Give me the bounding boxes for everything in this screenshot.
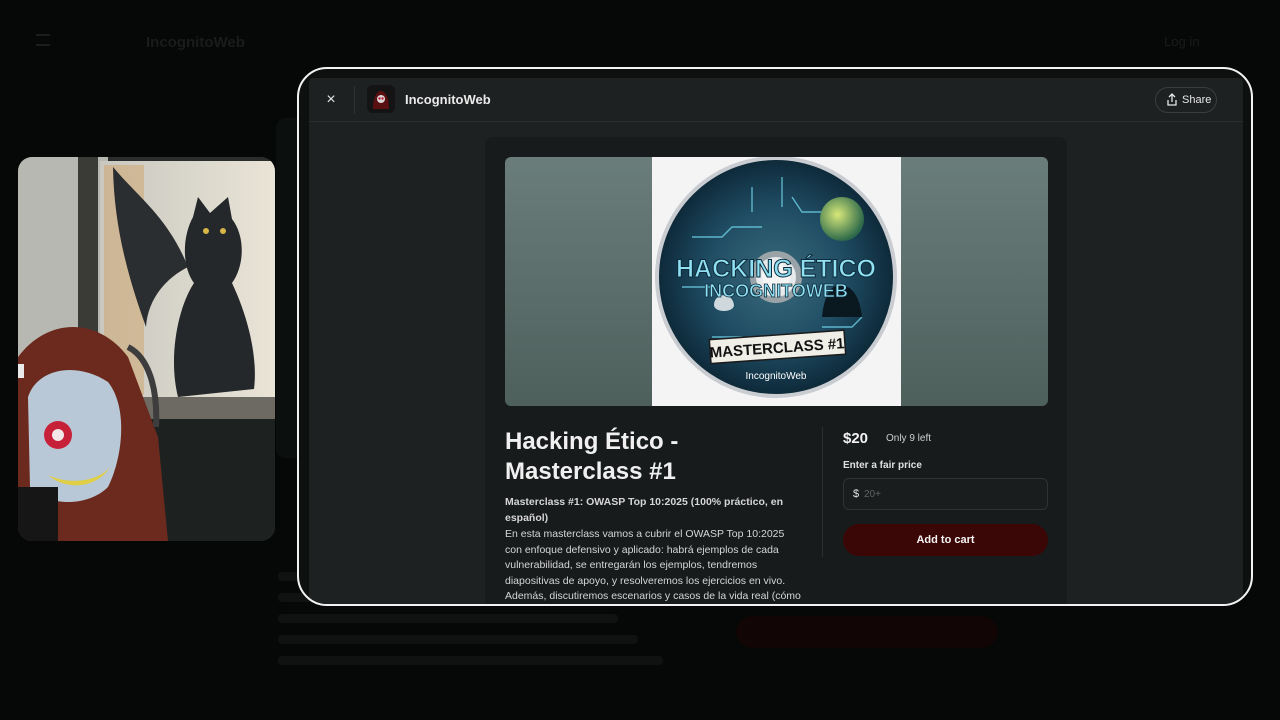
background-brand: IncognitoWeb [146, 34, 245, 51]
fair-price-field[interactable]: $ [843, 478, 1048, 510]
share-icon [1167, 93, 1177, 106]
cover-title-text: HACKING ÉTICO [676, 254, 876, 283]
header-divider [354, 86, 355, 114]
cover-subtitle-text: INCOGNITOWEB [704, 281, 848, 301]
description-heading: Masterclass #1: OWASP Top 10:2025 (100% … [505, 496, 783, 524]
stock-status: Only 9 left [886, 433, 932, 444]
column-divider [822, 427, 823, 557]
fair-price-label: Enter a fair price [843, 460, 922, 471]
share-button[interactable]: Share [1155, 87, 1217, 113]
seller-name[interactable]: IncognitoWeb [405, 92, 491, 107]
share-label: Share [1182, 94, 1212, 106]
modal-header: × IncognitoWeb Share [309, 78, 1243, 122]
product-price: $20 [843, 430, 869, 447]
product-description: Masterclass #1: OWASP Top 10:2025 (100% … [505, 495, 801, 604]
fair-price-input[interactable] [864, 483, 1040, 505]
disc-artwork: HACKING ÉTICO INCOGNITOWEB MASTERCLASS #… [652, 157, 901, 406]
product-modal: × IncognitoWeb Share HACKING ÉTICO INCOG… [309, 78, 1243, 604]
add-to-cart-button[interactable]: Add to cart [843, 524, 1048, 556]
product-card: HACKING ÉTICO INCOGNITOWEB MASTERCLASS #… [485, 137, 1067, 604]
seller-avatar[interactable] [367, 85, 395, 113]
description-body: En esta masterclass vamos a cubrir el OW… [505, 528, 801, 602]
background-add-to-cart [736, 616, 998, 648]
product-cover: HACKING ÉTICO INCOGNITOWEB MASTERCLASS #… [652, 157, 901, 406]
product-modal-frame: × IncognitoWeb Share HACKING ÉTICO INCOG… [297, 67, 1253, 606]
currency-symbol: $ [853, 488, 860, 500]
background-login-link: Log in [1164, 34, 1200, 49]
product-image[interactable]: HACKING ÉTICO INCOGNITOWEB MASTERCLASS #… [505, 157, 1048, 406]
close-button[interactable]: × [321, 90, 341, 110]
product-title: Hacking Ético - Masterclass #1 [505, 428, 679, 485]
webcam-overlay [18, 157, 275, 541]
webcam-image [18, 157, 275, 541]
cover-brand-text: IncognitoWeb [746, 371, 807, 382]
menu-icon [36, 34, 50, 46]
